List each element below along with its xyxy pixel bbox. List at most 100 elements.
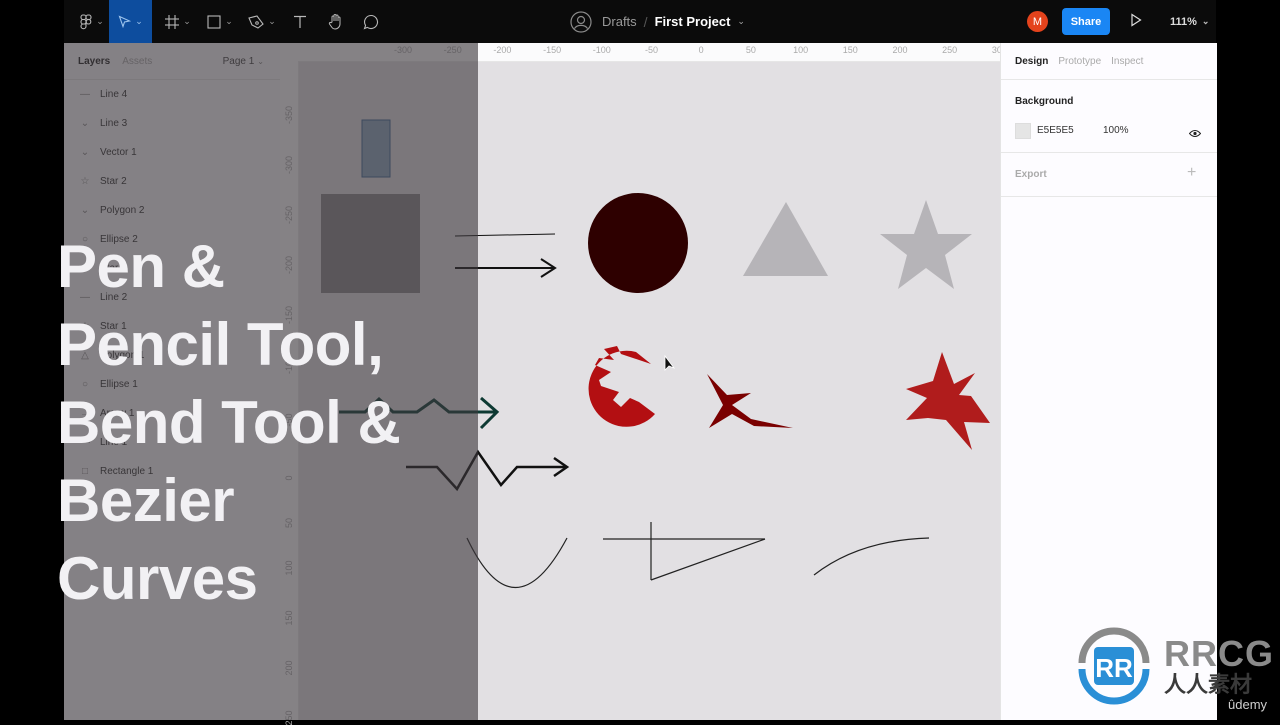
present-button[interactable] (1130, 13, 1142, 32)
line-2-curve[interactable] (466, 537, 568, 589)
layer-label: Vector 1 (100, 147, 137, 158)
ruler-tick: 250 (284, 710, 294, 725)
ruler-tick: 0 (698, 45, 704, 55)
star-2-bent[interactable] (707, 374, 793, 428)
ruler-tick: -250 (284, 205, 294, 224)
video-title-line: Pencil Tool, (57, 311, 384, 378)
plus-icon: + (1187, 164, 1197, 181)
video-title-line: Bezier (57, 467, 235, 534)
background-section: Background E5E5E5 100% (1001, 80, 1217, 153)
chevron-down-icon: ⌄ (96, 16, 104, 26)
star-icon: ☆ (80, 176, 90, 187)
move-tool-button[interactable]: ⌄ (109, 0, 152, 43)
breadcrumb-drafts-link[interactable]: Drafts (602, 14, 637, 29)
layer-label: Star 2 (100, 176, 127, 187)
figma-logo-icon (80, 13, 92, 29)
ruler-tick: -200 (493, 45, 512, 55)
speech-bubble-icon (363, 14, 379, 29)
ruler-tick: -350 (284, 105, 294, 124)
udemy-logo: ûdemy (1228, 697, 1268, 712)
tab-inspect[interactable]: Inspect (1111, 56, 1143, 67)
page-label: Page 1 (222, 55, 255, 67)
layer-label: Polygon 2 (100, 205, 145, 216)
ruler-tick: -100 (592, 45, 611, 55)
zoom-dropdown[interactable]: 111% ⌄ (1170, 0, 1209, 43)
layer-item[interactable]: ⌄ Line 3 (64, 109, 280, 138)
ruler-tick: 200 (284, 660, 294, 676)
video-title: Pen & Pencil Tool, Bend Tool & Bezier Curves (57, 228, 477, 618)
pen-tool-button[interactable]: ⌄ (244, 0, 280, 43)
ruler-tick: -150 (543, 45, 562, 55)
pointer-icon (118, 15, 132, 28)
chevron-down-icon: ⌄ (1201, 16, 1210, 26)
ruler-tick: -300 (393, 45, 413, 55)
ruler-tick: 250 (942, 45, 958, 55)
ruler-tick: -250 (443, 45, 462, 55)
polygon-2-lines[interactable] (603, 522, 766, 581)
video-title-line: Bend Tool & (57, 389, 401, 456)
line-3-curve[interactable] (813, 537, 930, 576)
rectangle-icon (207, 14, 221, 29)
ellipse-2-bent[interactable] (588, 346, 655, 427)
comment-tool-button[interactable] (359, 0, 383, 43)
page-selector[interactable]: Page 1 ⌄ (223, 56, 264, 67)
ruler-tick: -50 (644, 45, 659, 55)
vector-icon: ⌄ (80, 118, 90, 129)
layer-item[interactable]: ⌄ Vector 1 (64, 138, 280, 167)
video-title-line: Pen & (57, 233, 225, 300)
frame-tool-button[interactable]: ⌄ (160, 0, 196, 43)
polygon-1[interactable] (743, 202, 828, 276)
star-3[interactable] (906, 352, 990, 450)
small-rectangle[interactable] (361, 119, 391, 178)
background-hex-input[interactable]: E5E5E5 (1037, 125, 1074, 136)
tab-assets[interactable]: Assets (122, 56, 152, 67)
main-menu-button[interactable]: ⌄ (74, 0, 110, 43)
layer-item[interactable]: — Line 4 (64, 80, 280, 109)
chevron-down-icon: ⌄ (135, 16, 143, 26)
layer-item[interactable]: ☆ Star 2 (64, 167, 280, 196)
top-toolbar: ⌄ ⌄ ⌄ ⌄ ⌄ Drafts / First Project ⌄ M Sha… (64, 0, 1216, 43)
layer-label: Line 4 (100, 89, 128, 100)
line-icon: — (80, 89, 90, 100)
ruler-tick: -300 (284, 155, 294, 174)
ruler-tick: 150 (842, 45, 858, 55)
design-panel: Design Prototype Inspect Background E5E5… (1000, 43, 1217, 720)
background-opacity-input[interactable]: 100% (1103, 125, 1129, 136)
vector-icon: ⌄ (80, 147, 90, 158)
chevron-down-icon: ⌄ (257, 56, 264, 66)
star-1[interactable] (880, 200, 972, 289)
layer-item[interactable]: ⌄ Polygon 2 (64, 196, 280, 225)
shape-tool-button[interactable]: ⌄ (202, 0, 238, 43)
export-title: Export (1015, 169, 1047, 180)
chevron-down-icon: ⌄ (183, 16, 191, 26)
share-button[interactable]: Share (1062, 8, 1110, 35)
hash-frame-icon (165, 14, 180, 29)
breadcrumb-separator: / (643, 13, 648, 30)
user-avatar[interactable]: M (1027, 11, 1048, 32)
ruler-tick: 50 (745, 45, 756, 55)
hand-tool-button[interactable] (324, 0, 348, 43)
horizontal-ruler: -300-250-200-150-100-5005010015020025030… (280, 43, 1057, 62)
mouse-cursor (664, 354, 676, 371)
ruler-tick: 100 (793, 45, 809, 55)
export-section: Export + (1001, 153, 1217, 197)
chevron-down-icon[interactable]: ⌄ (737, 16, 745, 27)
team-user-icon (570, 10, 592, 33)
add-export-button[interactable]: + (1187, 164, 1196, 182)
ellipse-1[interactable] (588, 193, 688, 293)
vector-icon: ⌄ (80, 205, 90, 216)
background-color-swatch[interactable] (1015, 123, 1031, 139)
design-panel-tabs: Design Prototype Inspect (1001, 43, 1217, 80)
hand-icon (328, 14, 341, 30)
text-t-icon (294, 15, 306, 28)
zoom-level: 111% (1170, 15, 1197, 28)
project-name-menu[interactable]: First Project (655, 14, 731, 29)
watermark-subtitle: 人人素材 (1164, 672, 1253, 697)
text-tool-button[interactable] (288, 0, 312, 43)
visibility-toggle[interactable] (1188, 125, 1202, 143)
layer-label: Line 3 (100, 118, 128, 129)
tab-prototype[interactable]: Prototype (1058, 56, 1101, 67)
tab-design[interactable]: Design (1015, 56, 1048, 67)
ruler-tick: 200 (892, 45, 908, 55)
tab-layers[interactable]: Layers (78, 56, 110, 67)
